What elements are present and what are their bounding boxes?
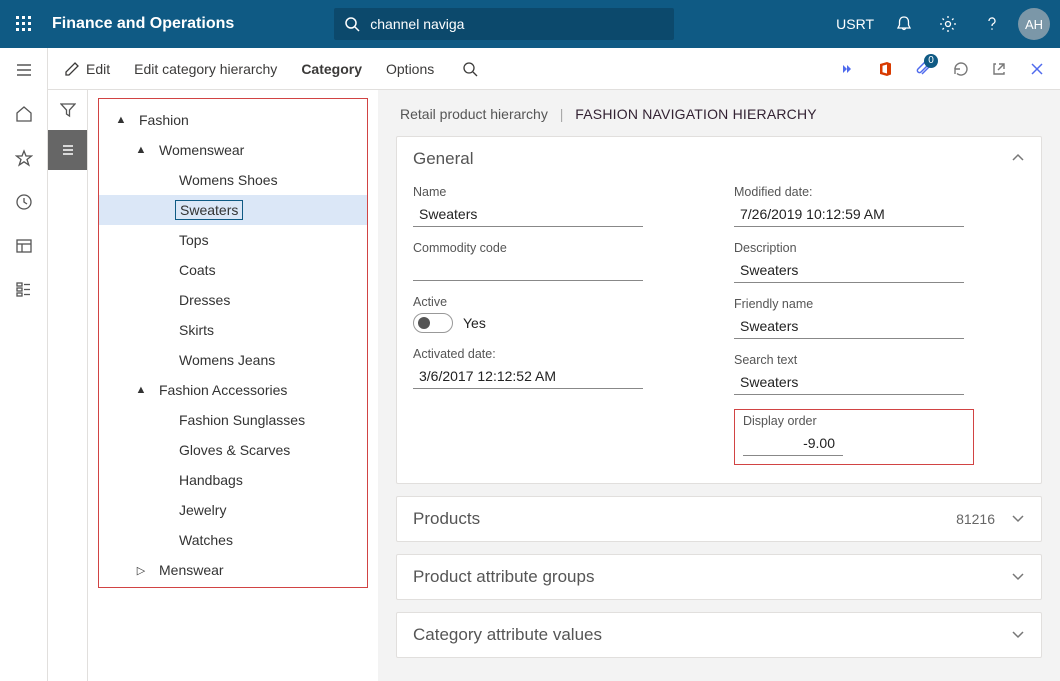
general-section: General Name Sweaters (396, 136, 1042, 484)
company-picker[interactable]: USRT (828, 16, 882, 32)
breadcrumb: Retail product hierarchy | FASHION NAVIG… (400, 106, 1042, 122)
popout-icon[interactable] (980, 48, 1018, 90)
tree-node-dresses[interactable]: Dresses (99, 285, 367, 315)
tree-node-skirts[interactable]: Skirts (99, 315, 367, 345)
search-text-field[interactable]: Search text Sweaters (734, 353, 1025, 395)
tree-node-watches[interactable]: Watches (99, 525, 367, 555)
app-launcher-icon[interactable] (0, 0, 48, 48)
hamburger-icon[interactable] (0, 48, 48, 92)
active-field[interactable]: Active Yes (413, 295, 704, 333)
tree-node-womenswear[interactable]: ▲Womenswear (99, 135, 367, 165)
tree-node-coats[interactable]: Coats (99, 255, 367, 285)
chevron-down-icon (1011, 627, 1025, 644)
options-tab[interactable]: Options (374, 48, 446, 90)
tree-node-fashion-accessories[interactable]: ▲Fashion Accessories (99, 375, 367, 405)
detail-pane: Retail product hierarchy | FASHION NAVIG… (378, 90, 1060, 681)
edit-hierarchy-button[interactable]: Edit category hierarchy (122, 48, 289, 90)
office-icon[interactable] (866, 48, 904, 90)
home-icon[interactable] (0, 92, 48, 136)
category-tree[interactable]: ▲Fashion ▲Womenswear Womens Shoes Sweate… (98, 98, 368, 588)
close-button[interactable] (1018, 48, 1056, 90)
breadcrumb-current: FASHION NAVIGATION HIERARCHY (575, 106, 817, 122)
nav-rail (0, 48, 48, 681)
tree-node-handbags[interactable]: Handbags (99, 465, 367, 495)
tree-node-sweaters[interactable]: Sweaters (99, 195, 367, 225)
tree-node-gloves-scarves[interactable]: Gloves & Scarves (99, 435, 367, 465)
product-attribute-groups-section[interactable]: Product attribute groups (396, 554, 1042, 600)
commodity-code-field[interactable]: Commodity code (413, 241, 704, 281)
tree-node-womens-jeans[interactable]: Womens Jeans (99, 345, 367, 375)
attachments-icon[interactable]: 0 (904, 48, 942, 90)
category-tab[interactable]: Category (289, 48, 374, 90)
tree-node-menswear[interactable]: ▷Menswear (99, 555, 367, 585)
chevron-up-icon (1011, 151, 1025, 168)
tree-node-womens-shoes[interactable]: Womens Shoes (99, 165, 367, 195)
edit-button[interactable]: Edit (52, 48, 122, 90)
modules-icon[interactable] (0, 268, 48, 312)
activated-date-field[interactable]: Activated date: 3/6/2017 12:12:52 AM (413, 347, 704, 389)
settings-icon[interactable] (926, 0, 970, 48)
list-toolbar (48, 90, 88, 681)
user-avatar[interactable]: AH (1018, 8, 1050, 40)
category-attribute-values-section[interactable]: Category attribute values (396, 612, 1042, 658)
display-order-highlight: Display order -9.00 (734, 409, 974, 465)
action-bar: Edit Edit category hierarchy Category Op… (48, 48, 1060, 90)
products-count: 81216 (956, 511, 995, 527)
name-field[interactable]: Name Sweaters (413, 185, 704, 227)
tree-node-tops[interactable]: Tops (99, 225, 367, 255)
tree-node-fashion-sunglasses[interactable]: Fashion Sunglasses (99, 405, 367, 435)
global-search[interactable]: channel naviga (334, 8, 674, 40)
description-field[interactable]: Description Sweaters (734, 241, 1025, 283)
general-header[interactable]: General (397, 137, 1041, 181)
list-view-icon[interactable] (48, 130, 87, 170)
modified-date-field[interactable]: Modified date: 7/26/2019 10:12:59 AM (734, 185, 1025, 227)
recent-icon[interactable] (0, 180, 48, 224)
active-toggle[interactable] (413, 313, 453, 333)
friendly-name-field[interactable]: Friendly name Sweaters (734, 297, 1025, 339)
products-section[interactable]: Products 81216 (396, 496, 1042, 542)
notifications-icon[interactable] (882, 0, 926, 48)
favorites-icon[interactable] (0, 136, 48, 180)
breadcrumb-root[interactable]: Retail product hierarchy (400, 106, 548, 122)
filter-icon[interactable] (48, 90, 87, 130)
category-tree-panel: ▲Fashion ▲Womenswear Womens Shoes Sweate… (88, 90, 378, 681)
action-search-icon[interactable] (446, 48, 500, 90)
linked-icon[interactable] (828, 48, 866, 90)
workspaces-icon[interactable] (0, 224, 48, 268)
chevron-down-icon (1011, 511, 1025, 528)
display-order-field[interactable]: Display order -9.00 (743, 414, 965, 456)
tree-node-fashion[interactable]: ▲Fashion (99, 105, 367, 135)
app-title: Finance and Operations (48, 15, 294, 33)
search-text: channel naviga (370, 16, 464, 32)
global-header: Finance and Operations channel naviga US… (0, 0, 1060, 48)
attachments-badge: 0 (924, 54, 938, 68)
refresh-icon[interactable] (942, 48, 980, 90)
chevron-down-icon (1011, 569, 1025, 586)
tree-node-jewelry[interactable]: Jewelry (99, 495, 367, 525)
help-icon[interactable] (970, 0, 1014, 48)
